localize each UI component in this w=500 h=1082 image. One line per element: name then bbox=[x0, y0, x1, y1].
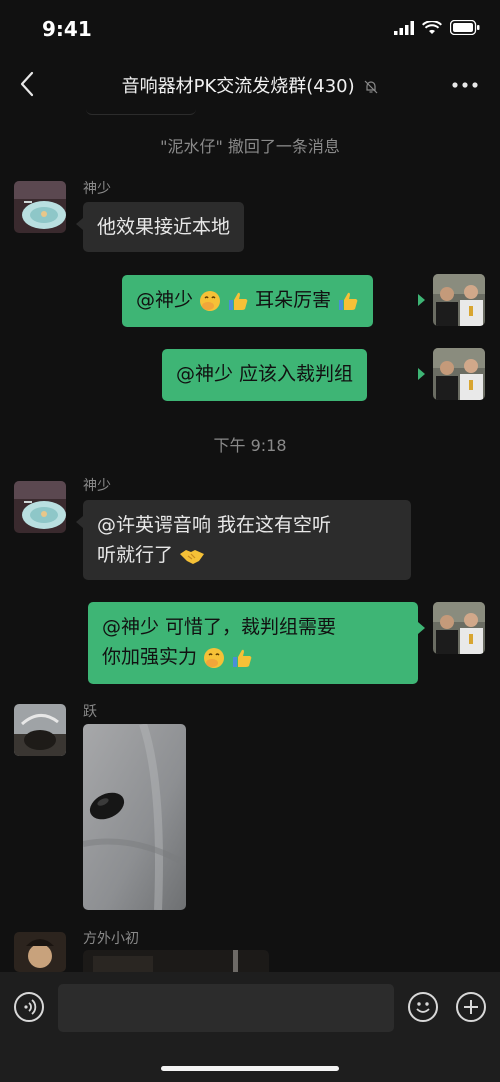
status-bar: 9:41 bbox=[0, 0, 500, 56]
sender-name: 跃 bbox=[83, 704, 97, 720]
home-indicator bbox=[161, 1066, 339, 1071]
avatar-fangwai[interactable] bbox=[14, 932, 66, 972]
sender-name: 神少 bbox=[83, 181, 111, 197]
message-bubble[interactable]: 他效果接近本地 bbox=[83, 202, 245, 252]
avatar-shenshao[interactable] bbox=[14, 481, 66, 533]
avatar-self[interactable] bbox=[433, 348, 485, 400]
avatar-self[interactable] bbox=[433, 602, 485, 654]
message-text: 你加强实力 bbox=[102, 646, 198, 668]
message-text: @许英谔音响 我在这有空听 bbox=[97, 514, 332, 536]
message-bubble[interactable]: @神少 耳朵厉害 bbox=[122, 275, 374, 327]
plus-icon[interactable] bbox=[456, 992, 486, 1022]
battery-icon bbox=[450, 20, 480, 35]
message-bubble[interactable]: @许英谔音响 我在这有空听 听就行了 bbox=[83, 500, 411, 580]
bubble-tail bbox=[418, 622, 425, 634]
message-text: @神少 应该入裁判组 bbox=[176, 363, 354, 385]
sender-name: 神少 bbox=[83, 478, 111, 494]
thumbs-up-emoji-icon bbox=[339, 292, 358, 310]
emoji-icon[interactable] bbox=[408, 992, 438, 1022]
status-icons bbox=[394, 20, 480, 35]
recall-notice: "泥水仔" 撤回了一条消息 bbox=[160, 137, 340, 156]
hand-over-mouth-emoji-icon bbox=[200, 290, 221, 311]
sender-name: 方外小初 bbox=[83, 931, 139, 947]
message-bubble[interactable]: @神少 应该入裁判组 bbox=[162, 349, 368, 401]
message-text: 听就行了 bbox=[97, 544, 174, 566]
image-message[interactable] bbox=[83, 950, 269, 972]
message-text: 他效果接近本地 bbox=[97, 216, 231, 238]
signal-icon bbox=[394, 20, 414, 35]
message-text: @神少 bbox=[136, 289, 200, 311]
wifi-icon bbox=[422, 20, 442, 34]
image-message[interactable] bbox=[83, 724, 186, 910]
more-icon[interactable] bbox=[452, 82, 478, 88]
voice-icon[interactable] bbox=[14, 992, 44, 1022]
avatar-yue[interactable] bbox=[14, 704, 66, 756]
previous-bubble-edge bbox=[86, 100, 196, 115]
message-text: @神少 可惜了，裁判组需要 bbox=[102, 616, 337, 638]
bubble-tail bbox=[418, 368, 425, 380]
avatar-shenshao[interactable] bbox=[14, 181, 66, 233]
back-icon[interactable] bbox=[16, 70, 40, 98]
bubble-tail bbox=[76, 516, 83, 528]
bubble-tail bbox=[76, 218, 83, 230]
thumbs-up-emoji-icon bbox=[229, 292, 248, 310]
message-text: 耳朵厉害 bbox=[255, 289, 332, 311]
thumbs-up-emoji-icon bbox=[233, 649, 252, 667]
bubble-tail bbox=[418, 294, 425, 306]
message-bubble[interactable]: @神少 可惜了，裁判组需要 你加强实力 bbox=[88, 602, 418, 684]
message-input[interactable] bbox=[58, 984, 394, 1032]
mute-bell-icon bbox=[364, 80, 378, 94]
chat-title: 音响器材PK交流发烧群(430) bbox=[121, 76, 355, 97]
status-time: 9:41 bbox=[42, 17, 92, 41]
chat-header: 音响器材PK交流发烧群(430) bbox=[0, 58, 500, 112]
handshake-emoji-icon bbox=[180, 549, 205, 564]
avatar-self[interactable] bbox=[433, 274, 485, 326]
hand-over-mouth-emoji-icon bbox=[204, 647, 225, 668]
time-divider: 下午 9:18 bbox=[213, 436, 287, 455]
chat-title-wrap: 音响器材PK交流发烧群(430) bbox=[60, 72, 440, 98]
